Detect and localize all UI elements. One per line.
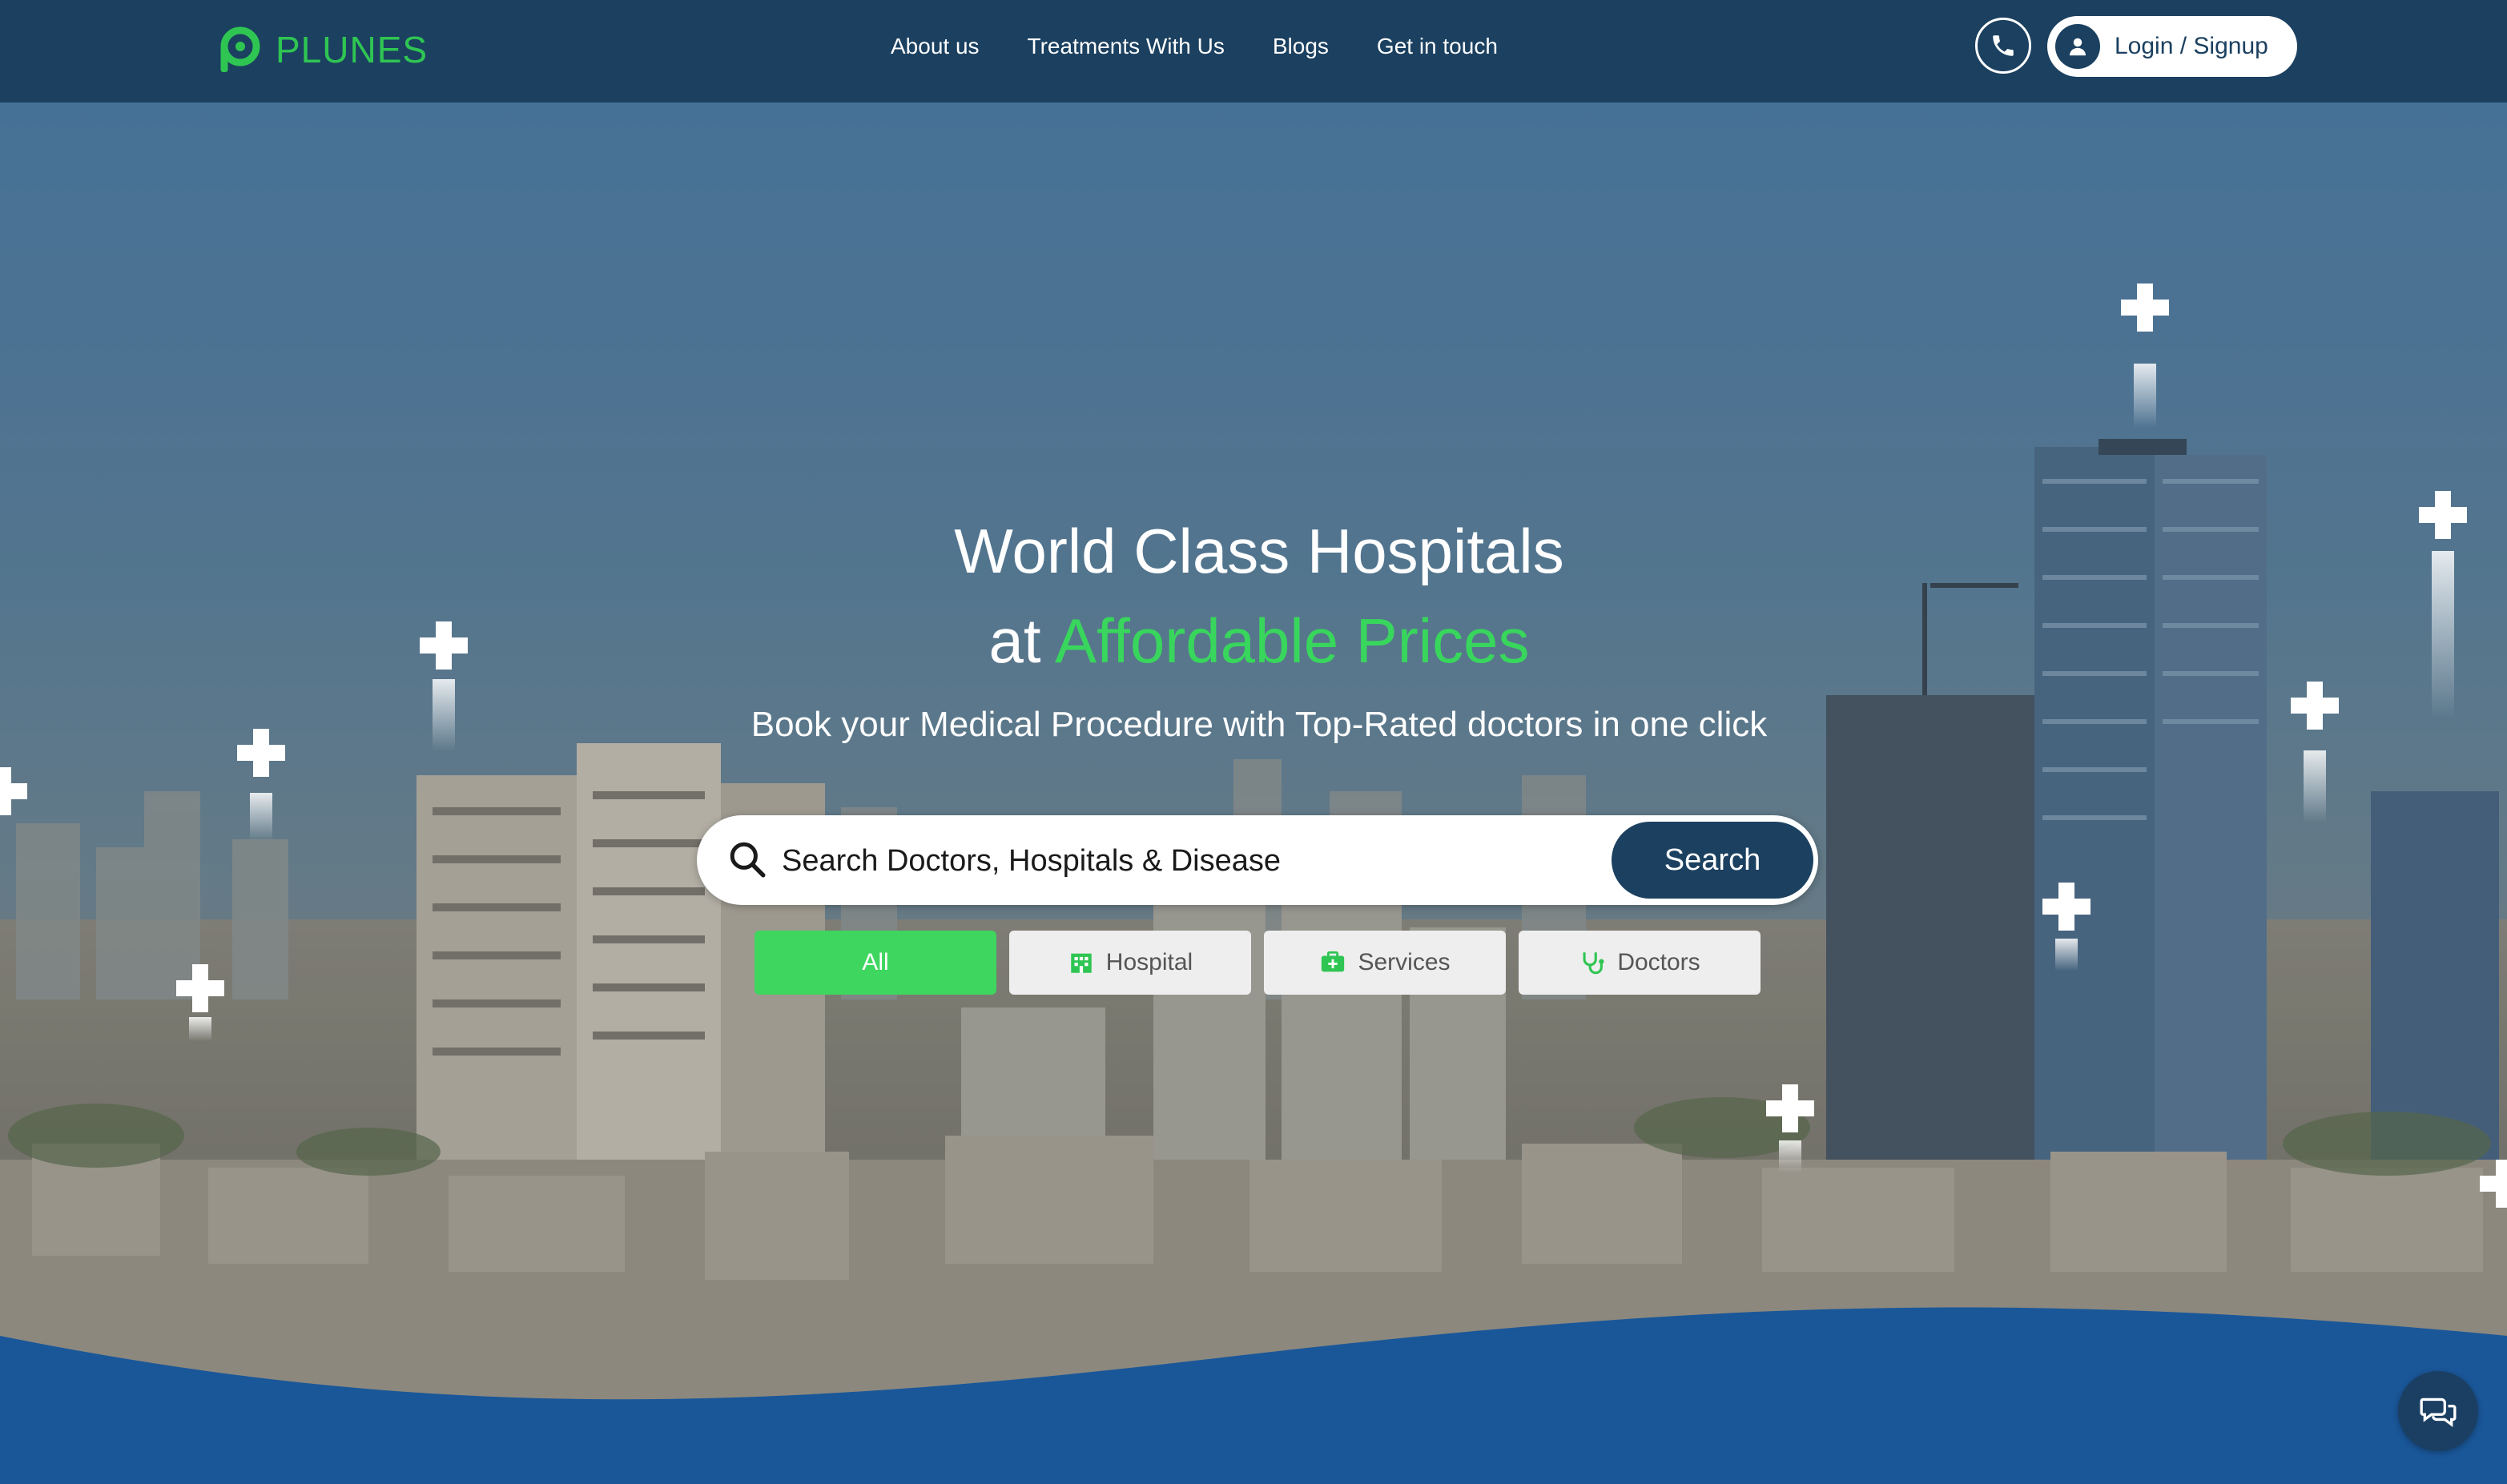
hero-title-line-2: at Affordable Prices	[0, 596, 2507, 686]
brand-logo[interactable]: PLUNES	[218, 24, 428, 75]
user-icon	[2070, 38, 2086, 56]
hero-section: World Class Hospitals at Affordable Pric…	[0, 103, 2507, 1484]
plunes-logo-icon	[220, 26, 260, 72]
hero-subtitle: Book your Medical Procedure with Top-Rat…	[750, 705, 1768, 744]
city-skyline-background	[0, 103, 2507, 1484]
medical-kit-icon	[1322, 951, 1345, 972]
top-navbar: PLUNES About us Treatments With Us Blogs…	[0, 0, 2507, 103]
chat-icon	[2420, 1398, 2457, 1427]
hospital-icon	[1071, 953, 1092, 973]
search-input[interactable]	[780, 833, 1488, 889]
hero-title-accent: Affordable Prices	[1054, 605, 1530, 676]
filter-tab-label: Services	[1358, 949, 1451, 975]
search-button[interactable]: Search	[1612, 822, 1813, 899]
search-bar: Search	[697, 815, 1818, 905]
hero-title-prefix: at	[988, 605, 1055, 676]
login-signup-label: Login / Signup	[2115, 33, 2268, 59]
nav-about-us[interactable]: About us	[891, 34, 980, 59]
chat-button[interactable]	[2398, 1371, 2478, 1451]
call-button[interactable]	[1975, 18, 2031, 74]
nav-get-in-touch[interactable]: Get in touch	[1377, 34, 1498, 59]
filter-tab-label: All	[862, 949, 889, 975]
hero-headline: World Class Hospitals at Affordable Pric…	[0, 506, 2507, 686]
filter-tab-services[interactable]: Services	[1264, 931, 1506, 995]
login-signup-button[interactable]: Login / Signup	[2047, 16, 2297, 77]
filter-tab-all[interactable]: All	[755, 931, 996, 995]
main-nav: About us Treatments With Us Blogs Get in…	[891, 0, 1498, 93]
filter-tab-label: Hospital	[1105, 949, 1193, 975]
phone-icon	[1993, 35, 2014, 56]
stethoscope-icon	[1583, 952, 1604, 975]
avatar	[2055, 24, 2100, 69]
hero-title-line-1: World Class Hospitals	[954, 516, 1564, 586]
search-icon	[730, 842, 766, 878]
nav-blogs[interactable]: Blogs	[1273, 34, 1329, 59]
search-filter-tabs: All Hospital Services Doctors	[755, 931, 1761, 995]
filter-tab-doctors[interactable]: Doctors	[1519, 931, 1761, 995]
nav-treatments[interactable]: Treatments With Us	[1028, 34, 1225, 59]
brand-name: PLUNES	[276, 29, 429, 70]
filter-tab-hospital[interactable]: Hospital	[1009, 931, 1251, 995]
filter-tab-label: Doctors	[1617, 949, 1700, 975]
